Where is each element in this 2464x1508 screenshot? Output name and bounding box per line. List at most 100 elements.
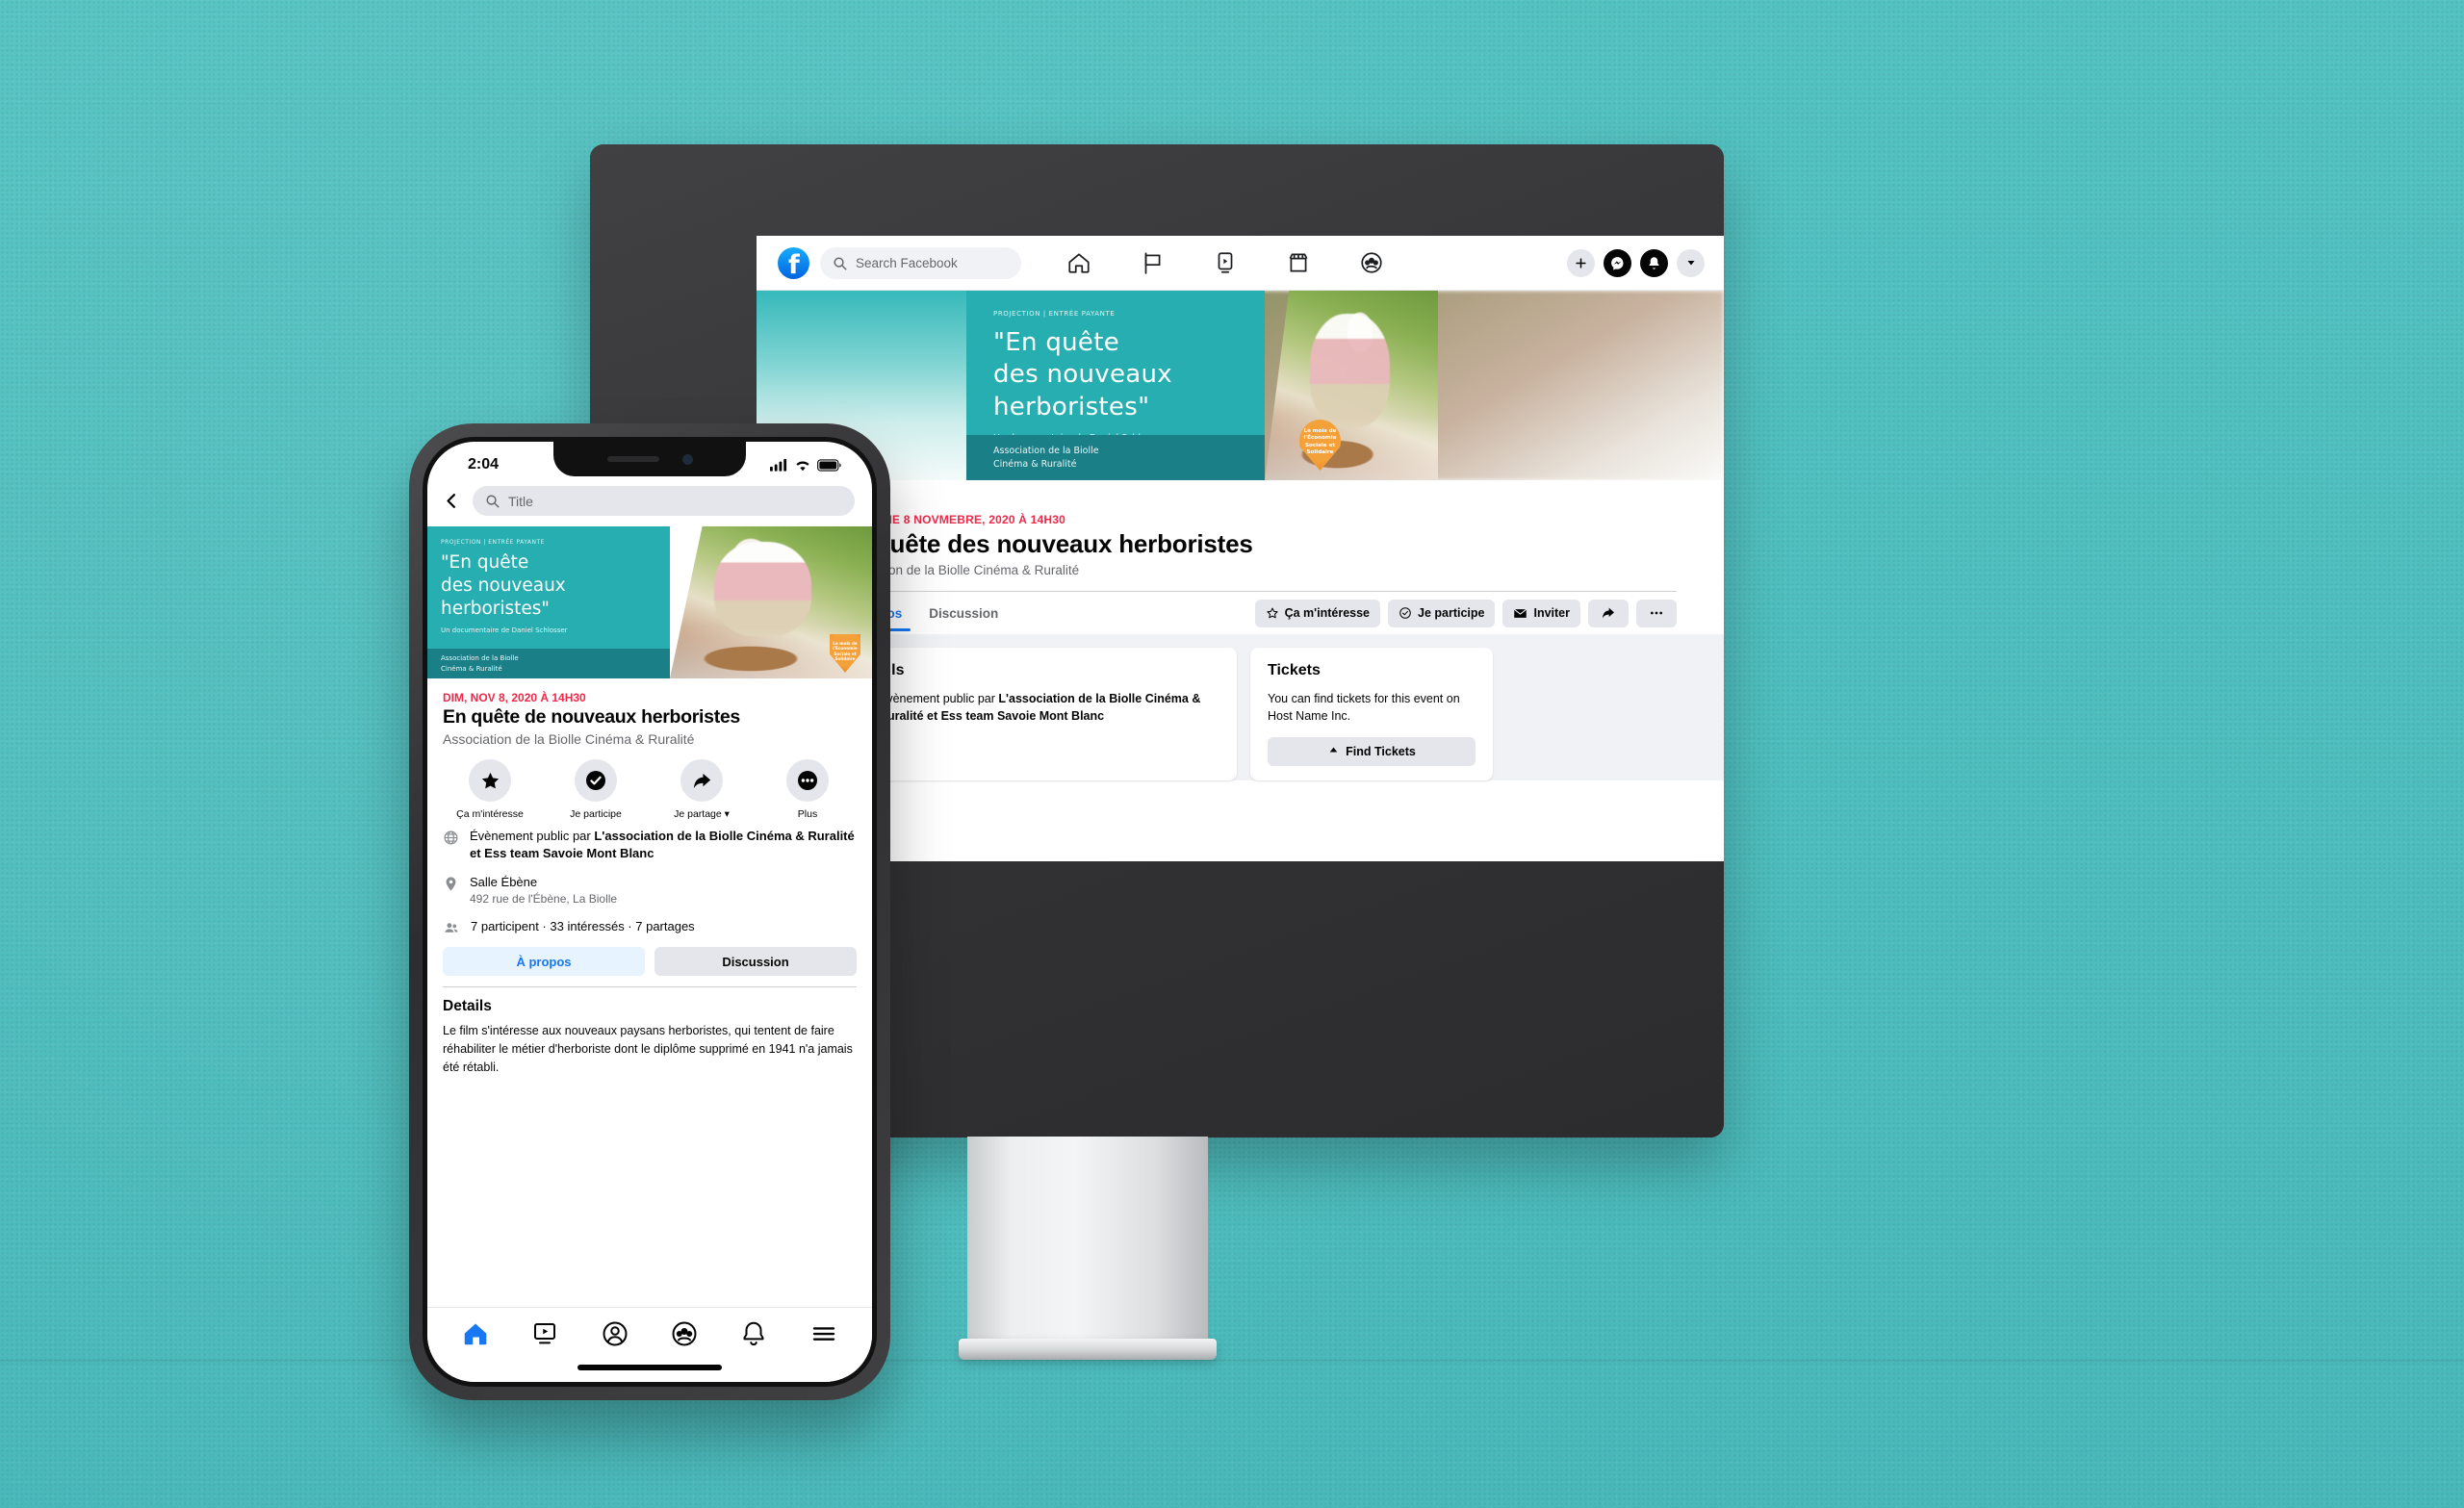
phone-more-circle [786,759,829,802]
details-public-text: Évènement public par L'association de la… [879,690,1219,725]
event-host: Association de la Biolle Cinéma & Rurali… [836,563,1080,577]
event-title: En quête des nouveaux herboristes [836,529,1253,558]
nav-marketplace[interactable] [1262,242,1335,285]
poster-title-line-2: des nouveaux [993,360,1172,390]
poster-kicker: PROJECTION | ENTRÉE PAYANTE [993,310,1116,318]
event-cards-row: Détails Évènement public par L'associati… [757,634,1724,781]
people-icon [445,923,458,933]
phone-poster-title: "En quête des nouveaux herboristes" [441,551,670,621]
check-circle-filled-icon [586,771,605,790]
tab-discussion[interactable]: Discussion [920,595,1007,631]
find-tickets-label: Find Tickets [1346,745,1416,759]
groups-icon [1361,252,1382,273]
check-circle-icon [1399,607,1411,619]
phone-share-action[interactable]: Je partage ▾ [666,759,737,820]
nav-watch[interactable] [1189,242,1262,285]
details-card: Détails Évènement public par L'associati… [836,648,1237,781]
phone-segment-a-propos[interactable]: À propos [443,947,645,977]
home-icon[interactable] [461,1319,490,1348]
phone-search-placeholder: Title [508,493,533,509]
mobile-phone: 2:04 Title PROJECTION | ENTRÉE PAYANTE "… [409,423,890,1400]
poster-teal-panel: PROJECTION | ENTRÉE PAYANTE "En quête de… [966,291,1265,444]
phone-info-list: Évènement public par L'association de la… [443,828,857,936]
more-options-button[interactable] [1636,599,1677,627]
phone-search-row: Title [427,482,872,526]
ellipsis-icon [1651,611,1662,615]
phone-going-action[interactable]: Je participe [560,759,631,820]
poster-title-line-1: "En quête [993,328,1119,357]
event-tabs-row: À propos Discussion Ça m'intéresse Je pa… [836,592,1677,634]
messenger-button[interactable] [1604,248,1631,277]
phone-share-circle [680,759,723,802]
invite-button[interactable]: Inviter [1502,599,1580,627]
phone-going-circle [575,759,617,802]
phone-public-text: Évènement public par L'association de la… [470,828,857,863]
bell-icon[interactable] [739,1319,768,1348]
external-link-icon [1329,747,1338,753]
details-prefix: Évènement public par [879,692,999,705]
interested-button[interactable]: Ça m'intéresse [1254,599,1380,627]
phone-interested-label: Ça m'intéresse [456,808,524,820]
topbar-right-actions [1567,248,1705,277]
nav-pages[interactable] [1116,242,1189,285]
back-chevron-icon[interactable] [443,492,461,510]
nav-home[interactable] [1042,242,1116,285]
tickets-card-heading: Tickets [1268,662,1321,678]
account-menu-button[interactable] [1677,248,1705,277]
profile-icon[interactable] [601,1319,629,1348]
find-tickets-button[interactable]: Find Tickets [1268,737,1476,767]
desktop-nav [1042,242,1408,285]
menu-icon[interactable] [809,1319,838,1348]
phone-action-row: Ça m'intéresse Je participe Je partage ▾ [454,759,843,820]
phone-poster-band: Association de la Biolle Cinéma & Rurali… [427,649,670,678]
phone-tab-bar [427,1307,872,1382]
event-header-block: DIMANCHE 8 NOVMEBRE, 2020 À 14H30 En quê… [757,480,1724,634]
phone-speaker [606,456,659,462]
phone-search-input[interactable]: Title [473,486,855,516]
phone-details-heading: Details [443,998,492,1015]
poster-band-line-1: Association de la Biolle [993,446,1099,456]
phone-segment-discussion[interactable]: Discussion [654,947,857,977]
phone-event-host: Association de la Biolle Cinéma & Rurali… [443,731,695,747]
phone-venue-name: Salle Ébène [470,874,538,889]
phone-interested-action[interactable]: Ça m'intéresse [454,759,526,820]
phone-going-label: Je participe [570,808,622,820]
details-public-row: Évènement public par L'association de la… [854,690,1219,725]
flag-icon [1144,252,1161,274]
search-input[interactable]: Search Facebook [820,246,1021,279]
phone-screen: 2:04 Title PROJECTION | ENTRÉE PAYANTE "… [427,442,872,1382]
create-button[interactable] [1567,248,1595,277]
phone-more-action[interactable]: Plus [772,759,843,820]
phone-stats-text: 7 participent · 33 intéressés · 7 partag… [471,919,695,934]
facebook-logo-icon[interactable]: f [778,246,809,279]
going-button[interactable]: Je participe [1388,599,1496,627]
phone-poster-title-line-1: "En quête [441,552,529,573]
phone-bezel: 2:04 Title PROJECTION | ENTRÉE PAYANTE "… [423,437,877,1387]
phone-location-row[interactable]: Salle Ébène 492 rue de l'Ébène, La Bioll… [443,874,857,907]
phone-interested-circle [469,759,511,802]
phone-public-prefix: Évènement public par [470,829,595,843]
phone-poster-subtitle: Un documentaire de Daniel Schlosser [441,626,568,635]
plus-icon [1576,257,1586,268]
chevron-down-icon [1687,261,1694,266]
monitor-screen: f Search Facebook PROJECTION | ENTRÉE PA… [757,236,1724,861]
share-icon [693,773,710,788]
cellular-icon [770,458,787,472]
watch-icon[interactable] [530,1319,559,1348]
phone-poster-band-line-2: Cinéma & Ruralité [441,664,502,673]
notifications-button[interactable] [1640,248,1668,277]
search-placeholder-text: Search Facebook [856,255,958,270]
star-filled-icon [481,772,499,788]
phone-poster-kicker: PROJECTION | ENTRÉE PAYANTE [441,539,545,546]
phone-poster-title-line-2: des nouveaux [441,575,566,597]
messenger-icon [1611,256,1624,270]
nav-groups[interactable] [1335,242,1408,285]
share-button[interactable] [1588,599,1629,627]
phone-poster-teal-panel: PROJECTION | ENTRÉE PAYANTE "En quête de… [427,526,670,649]
wifi-icon [796,461,809,472]
phone-location-text: Salle Ébène 492 rue de l'Ébène, La Bioll… [470,874,617,907]
groups-icon[interactable] [670,1319,699,1348]
phone-stats-row[interactable]: 7 participent · 33 intéressés · 7 partag… [443,918,857,936]
location-pin-icon [446,877,456,891]
envelope-icon [1514,608,1527,618]
